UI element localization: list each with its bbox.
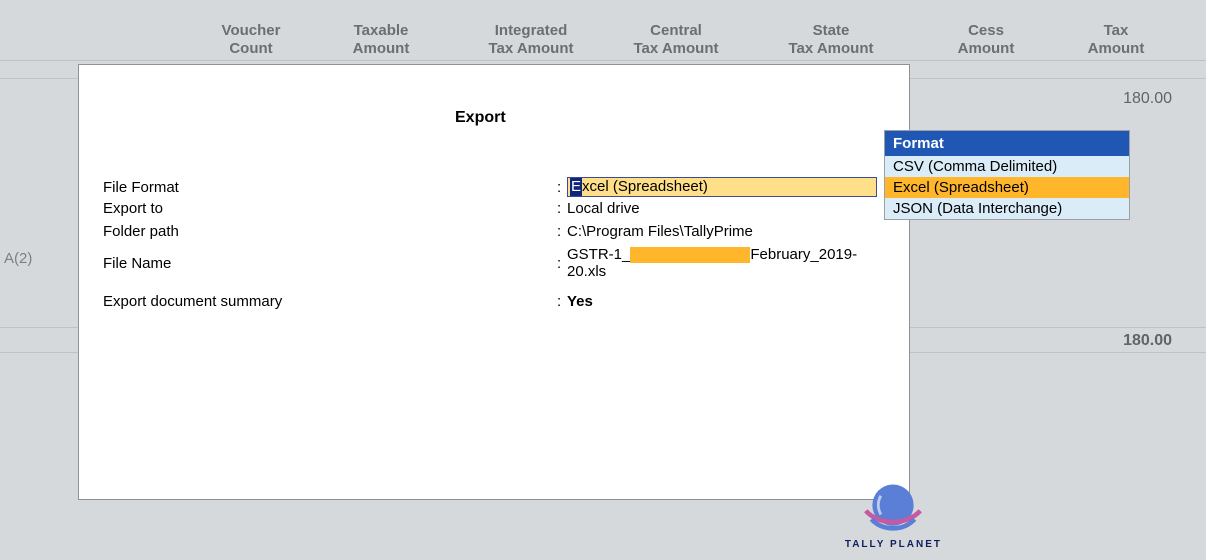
file-format-label: File Format <box>103 179 557 196</box>
format-option-json[interactable]: JSON (Data Interchange) <box>885 198 1129 219</box>
field-file-format: File Format : Excel (Spreadsheet) <box>103 177 889 197</box>
field-file-name: File Name : GSTR-1_February_2019-20.xls <box>103 246 889 280</box>
field-export-summary: Export document summary : Yes <box>103 293 889 310</box>
logo-text: TALLY PLANET <box>845 539 942 550</box>
export-summary-value[interactable]: Yes <box>567 293 889 310</box>
bg-tax-amount-value-bottom: 180.00 <box>1123 332 1172 350</box>
file-format-input[interactable]: Excel (Spreadsheet) <box>567 177 877 197</box>
format-option-excel[interactable]: Excel (Spreadsheet) <box>885 177 1129 198</box>
bg-left-label: A(2) <box>4 250 32 267</box>
background-column-headers: VoucherCount TaxableAmount IntegratedTax… <box>0 22 1206 58</box>
col-voucher-count: VoucherCount <box>196 22 306 58</box>
col-tax-amount: TaxAmount <box>1056 22 1176 58</box>
col-taxable-amount: TaxableAmount <box>306 22 456 58</box>
tally-planet-logo: TALLY PLANET <box>845 477 942 550</box>
col-integrated-tax: IntegratedTax Amount <box>456 22 606 58</box>
planet-logo-icon <box>860 477 926 537</box>
folder-path-value[interactable]: C:\Program Files\TallyPrime <box>567 223 889 240</box>
export-to-label: Export to <box>103 200 557 217</box>
bg-tax-amount-value-top: 180.00 <box>1123 90 1172 108</box>
col-cess-amount: CessAmount <box>916 22 1056 58</box>
dialog-title: Export <box>455 109 506 127</box>
format-dropdown: Format CSV (Comma Delimited) Excel (Spre… <box>884 130 1130 220</box>
field-folder-path: Folder path : C:\Program Files\TallyPrim… <box>103 223 889 240</box>
redacted-block <box>630 247 750 263</box>
field-export-to: Export to : Local drive <box>103 200 889 217</box>
col-state-tax: StateTax Amount <box>746 22 916 58</box>
export-to-value[interactable]: Local drive <box>567 200 889 217</box>
export-summary-label: Export document summary <box>103 293 557 310</box>
folder-path-label: Folder path <box>103 223 557 240</box>
export-dialog: Export File Format : Excel (Spreadsheet)… <box>78 64 910 500</box>
format-dropdown-header: Format <box>885 131 1129 156</box>
file-name-value[interactable]: GSTR-1_February_2019-20.xls <box>567 246 889 280</box>
col-central-tax: CentralTax Amount <box>606 22 746 58</box>
file-name-label: File Name <box>103 255 557 272</box>
format-option-csv[interactable]: CSV (Comma Delimited) <box>885 156 1129 177</box>
divider <box>0 60 1206 61</box>
